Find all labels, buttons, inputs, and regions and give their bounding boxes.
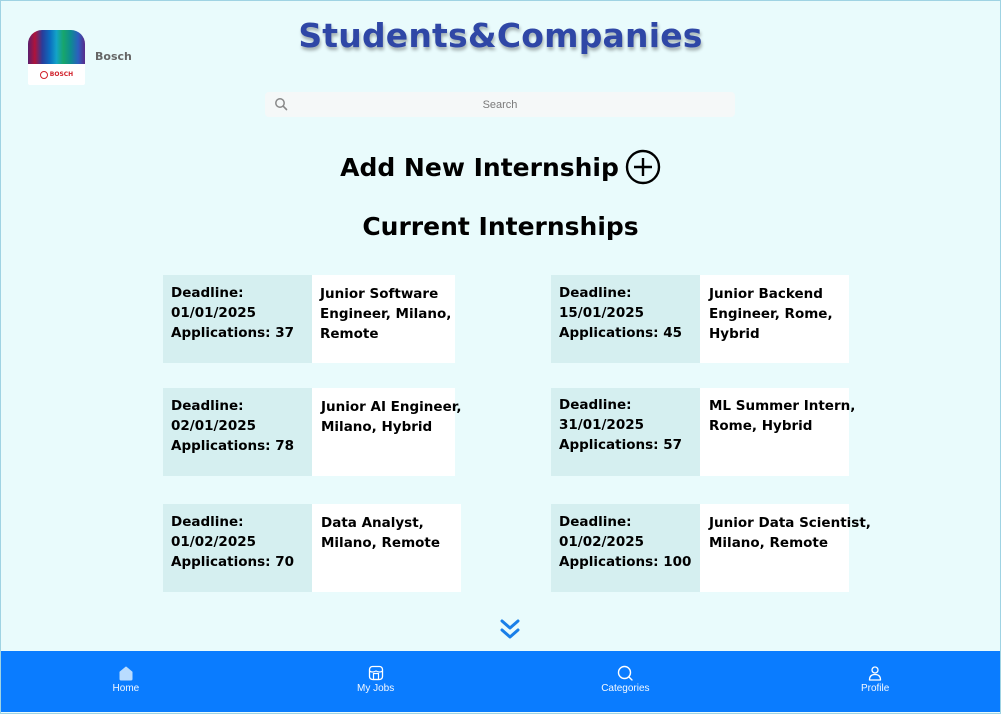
deadline-label: Deadline: bbox=[559, 397, 632, 413]
applications-count: Applications: 100 bbox=[559, 554, 692, 570]
internship-meta: Deadline: 01/02/2025 Applications: 100 bbox=[551, 504, 700, 592]
search-icon bbox=[275, 98, 288, 111]
internship-card[interactable]: Deadline: 15/01/2025 Applications: 45 Ju… bbox=[551, 275, 849, 363]
nav-item-home[interactable]: Home bbox=[1, 651, 251, 712]
nav-label: Categories bbox=[601, 683, 650, 694]
internship-title[interactable]: Junior Data Scientist, Milano, Remote bbox=[700, 504, 871, 592]
internship-card[interactable]: Deadline: 02/01/2025 Applications: 78 Ju… bbox=[163, 388, 462, 476]
profile-icon bbox=[868, 666, 882, 681]
internship-card[interactable]: Deadline: 31/01/2025 Applications: 57 ML… bbox=[551, 388, 856, 476]
title-line: Milano, Remote bbox=[321, 535, 441, 551]
add-internship-label[interactable]: Add New Internship bbox=[340, 153, 619, 182]
title-line: Hybrid bbox=[709, 326, 760, 342]
title-line: Junior Data Scientist, bbox=[709, 515, 871, 531]
title-line: Data Analyst, bbox=[321, 515, 424, 531]
home-icon bbox=[119, 666, 133, 681]
internship-meta: Deadline: 31/01/2025 Applications: 57 bbox=[551, 388, 700, 476]
internship-title[interactable]: Junior Backend Engineer, Rome, Hybrid bbox=[700, 275, 849, 363]
add-internship-row[interactable]: Add New Internship bbox=[0, 149, 1001, 185]
title-line: Engineer, Rome, bbox=[709, 306, 833, 322]
nav-label: My Jobs bbox=[357, 683, 395, 694]
bosch-ring-icon bbox=[39, 70, 48, 79]
deadline-label: Deadline: bbox=[559, 285, 632, 301]
internship-meta: Deadline: 02/01/2025 Applications: 78 bbox=[163, 388, 312, 476]
logo-mark: BOSCH bbox=[28, 64, 85, 85]
applications-count: Applications: 57 bbox=[559, 437, 683, 453]
deadline-date: 01/01/2025 bbox=[171, 305, 257, 321]
deadline-date: 01/02/2025 bbox=[171, 534, 257, 550]
app-title: Students&Companies bbox=[298, 16, 703, 55]
deadline-date: 15/01/2025 bbox=[559, 305, 645, 321]
internship-title[interactable]: Junior Software Engineer, Milano, Remote bbox=[312, 275, 455, 363]
plus-circle-icon[interactable] bbox=[625, 149, 661, 185]
chevron-double-down-icon[interactable] bbox=[499, 617, 521, 641]
search-icon bbox=[618, 665, 634, 681]
internship-title[interactable]: Junior AI Engineer, Milano, Hybrid bbox=[312, 388, 462, 476]
title-line: Milano, Remote bbox=[709, 535, 829, 551]
deadline-label: Deadline: bbox=[171, 285, 244, 301]
title-line: Rome, Hybrid bbox=[709, 418, 813, 434]
title-line: Engineer, Milano, bbox=[320, 306, 452, 322]
title-line: Junior AI Engineer, bbox=[321, 399, 462, 415]
deadline-date: 01/02/2025 bbox=[559, 534, 645, 550]
nav-item-categories[interactable]: Categories bbox=[501, 651, 751, 712]
internship-title[interactable]: Data Analyst, Milano, Remote bbox=[312, 504, 461, 592]
nav-label: Profile bbox=[860, 683, 890, 694]
section-title: Current Internships bbox=[362, 212, 639, 241]
title-line: Milano, Hybrid bbox=[321, 419, 433, 435]
applications-count: Applications: 70 bbox=[171, 554, 295, 570]
nav-item-profile[interactable]: Profile bbox=[750, 651, 1000, 712]
internship-card[interactable]: Deadline: 01/01/2025 Applications: 37 Ju… bbox=[163, 275, 455, 363]
applications-count: Applications: 45 bbox=[559, 325, 683, 341]
bottom-nav: Home My Jobs Categories Profile bbox=[1, 651, 1000, 712]
internship-meta: Deadline: 15/01/2025 Applications: 45 bbox=[551, 275, 700, 363]
nav-item-my-jobs[interactable]: My Jobs bbox=[251, 651, 501, 712]
title-line: Remote bbox=[320, 326, 379, 342]
internship-card[interactable]: Deadline: 01/02/2025 Applications: 100 J… bbox=[551, 504, 871, 592]
jobs-icon bbox=[368, 665, 383, 681]
title-line: Junior Backend bbox=[709, 286, 823, 302]
deadline-label: Deadline: bbox=[559, 514, 632, 530]
internship-card[interactable]: Deadline: 01/02/2025 Applications: 70 Da… bbox=[163, 504, 461, 592]
internship-title[interactable]: ML Summer Intern, Rome, Hybrid bbox=[700, 388, 856, 476]
search-bar[interactable] bbox=[265, 91, 735, 118]
internship-meta: Deadline: 01/02/2025 Applications: 70 bbox=[163, 504, 312, 592]
deadline-label: Deadline: bbox=[171, 398, 244, 414]
search-input[interactable] bbox=[265, 91, 735, 118]
deadline-date: 02/01/2025 bbox=[171, 418, 257, 434]
applications-count: Applications: 37 bbox=[171, 325, 295, 341]
deadline-date: 31/01/2025 bbox=[559, 417, 645, 433]
internship-meta: Deadline: 01/01/2025 Applications: 37 bbox=[163, 275, 312, 363]
nav-label: Home bbox=[112, 683, 140, 694]
title-line: Junior Software bbox=[320, 286, 439, 302]
logo-text: BOSCH bbox=[49, 71, 74, 78]
deadline-label: Deadline: bbox=[171, 514, 244, 530]
title-line: ML Summer Intern, bbox=[709, 398, 856, 414]
applications-count: Applications: 78 bbox=[171, 438, 295, 454]
